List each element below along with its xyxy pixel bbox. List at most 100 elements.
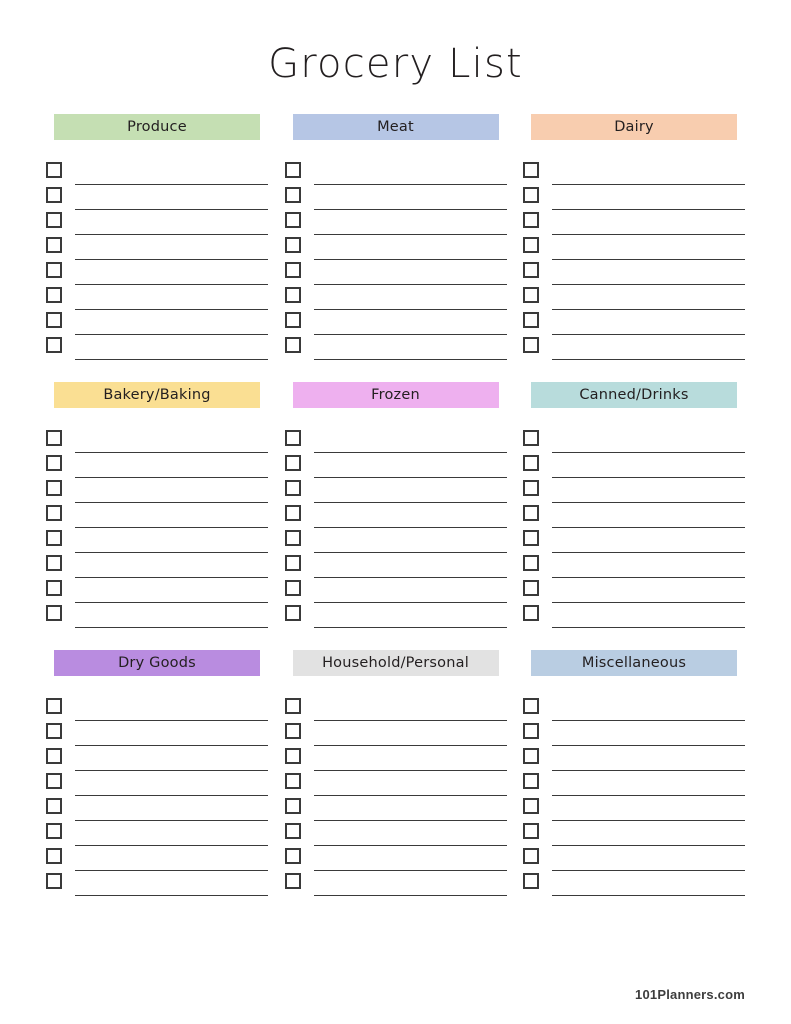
item-checkbox[interactable] bbox=[46, 505, 62, 521]
item-write-line[interactable] bbox=[75, 185, 268, 210]
item-checkbox[interactable] bbox=[523, 530, 539, 546]
item-checkbox[interactable] bbox=[523, 455, 539, 471]
item-checkbox[interactable] bbox=[284, 212, 301, 228]
item-write-line[interactable] bbox=[75, 453, 268, 478]
item-write-line[interactable] bbox=[313, 821, 507, 846]
item-write-line[interactable] bbox=[552, 160, 745, 185]
item-checkbox[interactable] bbox=[284, 430, 301, 446]
item-checkbox[interactable] bbox=[284, 873, 301, 889]
item-write-line[interactable] bbox=[75, 746, 268, 771]
item-checkbox[interactable] bbox=[284, 798, 301, 814]
item-checkbox[interactable] bbox=[284, 262, 301, 278]
item-write-line[interactable] bbox=[75, 871, 268, 896]
item-write-line[interactable] bbox=[552, 503, 745, 528]
item-write-line[interactable] bbox=[75, 603, 268, 628]
item-checkbox[interactable] bbox=[46, 580, 62, 596]
item-checkbox[interactable] bbox=[46, 723, 62, 739]
item-checkbox[interactable] bbox=[284, 187, 301, 203]
item-write-line[interactable] bbox=[552, 285, 745, 310]
item-write-line[interactable] bbox=[75, 285, 268, 310]
item-checkbox[interactable] bbox=[523, 723, 539, 739]
item-write-line[interactable] bbox=[75, 821, 268, 846]
item-checkbox[interactable] bbox=[46, 873, 62, 889]
item-write-line[interactable] bbox=[75, 310, 268, 335]
item-checkbox[interactable] bbox=[46, 823, 62, 839]
item-checkbox[interactable] bbox=[46, 212, 62, 228]
item-checkbox[interactable] bbox=[284, 237, 301, 253]
item-write-line[interactable] bbox=[75, 210, 268, 235]
item-write-line[interactable] bbox=[313, 260, 507, 285]
item-checkbox[interactable] bbox=[284, 580, 301, 596]
item-write-line[interactable] bbox=[313, 503, 507, 528]
item-checkbox[interactable] bbox=[523, 605, 539, 621]
item-write-line[interactable] bbox=[75, 160, 268, 185]
item-checkbox[interactable] bbox=[523, 212, 539, 228]
item-checkbox[interactable] bbox=[284, 773, 301, 789]
item-write-line[interactable] bbox=[552, 335, 745, 360]
item-write-line[interactable] bbox=[313, 428, 507, 453]
item-write-line[interactable] bbox=[75, 771, 268, 796]
item-checkbox[interactable] bbox=[523, 773, 539, 789]
item-checkbox[interactable] bbox=[523, 262, 539, 278]
item-write-line[interactable] bbox=[75, 260, 268, 285]
item-write-line[interactable] bbox=[552, 796, 745, 821]
item-checkbox[interactable] bbox=[46, 773, 62, 789]
item-write-line[interactable] bbox=[75, 721, 268, 746]
item-checkbox[interactable] bbox=[284, 605, 301, 621]
item-write-line[interactable] bbox=[552, 210, 745, 235]
item-write-line[interactable] bbox=[313, 578, 507, 603]
item-checkbox[interactable] bbox=[523, 312, 539, 328]
item-checkbox[interactable] bbox=[284, 287, 301, 303]
item-write-line[interactable] bbox=[313, 796, 507, 821]
item-checkbox[interactable] bbox=[523, 848, 539, 864]
item-checkbox[interactable] bbox=[46, 287, 62, 303]
item-checkbox[interactable] bbox=[523, 555, 539, 571]
item-write-line[interactable] bbox=[75, 796, 268, 821]
item-checkbox[interactable] bbox=[523, 580, 539, 596]
item-write-line[interactable] bbox=[75, 553, 268, 578]
item-write-line[interactable] bbox=[75, 846, 268, 871]
item-write-line[interactable] bbox=[75, 428, 268, 453]
item-checkbox[interactable] bbox=[523, 823, 539, 839]
item-checkbox[interactable] bbox=[523, 337, 539, 353]
item-write-line[interactable] bbox=[552, 528, 745, 553]
item-checkbox[interactable] bbox=[46, 480, 62, 496]
item-write-line[interactable] bbox=[552, 696, 745, 721]
item-write-line[interactable] bbox=[313, 771, 507, 796]
item-checkbox[interactable] bbox=[523, 162, 539, 178]
item-write-line[interactable] bbox=[552, 771, 745, 796]
item-write-line[interactable] bbox=[313, 160, 507, 185]
item-checkbox[interactable] bbox=[284, 480, 301, 496]
item-write-line[interactable] bbox=[552, 235, 745, 260]
item-write-line[interactable] bbox=[552, 553, 745, 578]
item-write-line[interactable] bbox=[552, 721, 745, 746]
item-write-line[interactable] bbox=[75, 235, 268, 260]
item-write-line[interactable] bbox=[552, 821, 745, 846]
item-write-line[interactable] bbox=[552, 185, 745, 210]
item-checkbox[interactable] bbox=[523, 480, 539, 496]
item-write-line[interactable] bbox=[75, 503, 268, 528]
item-write-line[interactable] bbox=[552, 871, 745, 896]
item-checkbox[interactable] bbox=[523, 430, 539, 446]
item-checkbox[interactable] bbox=[284, 698, 301, 714]
item-checkbox[interactable] bbox=[46, 337, 62, 353]
item-write-line[interactable] bbox=[552, 310, 745, 335]
item-checkbox[interactable] bbox=[46, 187, 62, 203]
item-checkbox[interactable] bbox=[284, 530, 301, 546]
item-write-line[interactable] bbox=[552, 260, 745, 285]
item-write-line[interactable] bbox=[552, 578, 745, 603]
item-checkbox[interactable] bbox=[284, 337, 301, 353]
item-write-line[interactable] bbox=[552, 846, 745, 871]
item-checkbox[interactable] bbox=[523, 698, 539, 714]
item-write-line[interactable] bbox=[552, 746, 745, 771]
item-write-line[interactable] bbox=[552, 603, 745, 628]
item-write-line[interactable] bbox=[313, 721, 507, 746]
item-write-line[interactable] bbox=[313, 553, 507, 578]
item-checkbox[interactable] bbox=[46, 848, 62, 864]
item-write-line[interactable] bbox=[75, 335, 268, 360]
item-write-line[interactable] bbox=[313, 335, 507, 360]
item-checkbox[interactable] bbox=[46, 798, 62, 814]
item-write-line[interactable] bbox=[313, 185, 507, 210]
item-write-line[interactable] bbox=[75, 578, 268, 603]
item-checkbox[interactable] bbox=[46, 455, 62, 471]
